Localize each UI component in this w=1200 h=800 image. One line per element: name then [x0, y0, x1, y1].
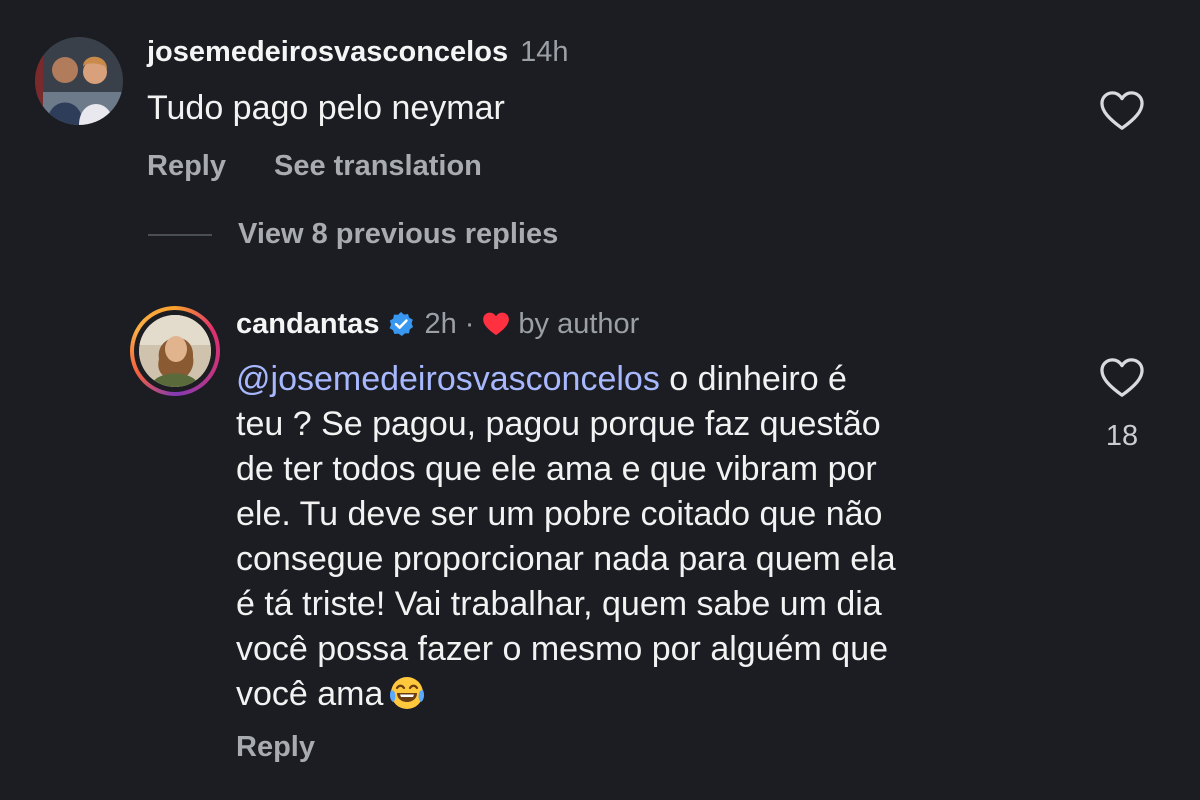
comment-header: josemedeirosvasconcelos 14h	[147, 36, 568, 76]
liked-by-author-label: by author	[518, 307, 640, 340]
see-translation-button[interactable]: See translation	[274, 150, 482, 183]
reply-text-line: consegue proporcionar nada para quem ela	[236, 540, 896, 578]
liked-by-author-heart-icon	[483, 312, 510, 336]
reply-text-line: você possa fazer o mesmo por alguém que	[236, 630, 889, 668]
verified-badge-icon	[390, 312, 414, 336]
like-count[interactable]: 18	[1085, 420, 1159, 453]
reply-button[interactable]: Reply	[236, 731, 315, 763]
reply-text-line: ele. Tu deve ser um pobre coitado que nã…	[236, 495, 883, 533]
thread-divider	[148, 233, 212, 236]
view-previous-replies-label: View 8 previous replies	[238, 218, 559, 250]
reply-text-line: é tá triste! Vai trabalhar, quem sabe um…	[236, 585, 882, 623]
reply-button[interactable]: Reply	[147, 150, 226, 183]
avatar-story-ring-candantas[interactable]	[130, 306, 220, 396]
profile-photo-icon	[35, 37, 123, 125]
reply-text-line: você ama	[236, 672, 1036, 717]
comment-text: Tudo pago pelo neymar	[147, 89, 505, 127]
view-previous-replies-button[interactable]: View 8 previous replies	[148, 218, 558, 251]
reply-text-line: de ter todos que ele ama e que vibram po…	[236, 450, 877, 488]
profile-photo-icon	[139, 315, 211, 387]
reply-text-line: teu ? Se pagou, pagou porque faz questão	[236, 405, 881, 443]
reply-timestamp: 2h	[424, 307, 457, 340]
comment-timestamp: 14h	[520, 36, 569, 68]
like-heart-icon[interactable]	[1099, 90, 1145, 132]
reply-text-line: @josemedeirosvasconcelos o dinheiro é	[236, 360, 847, 398]
avatar-josemedeirosvasconcelos[interactable]	[35, 37, 123, 125]
reply-header: candantas 2h · by author	[236, 304, 639, 344]
like-heart-icon[interactable]	[1099, 357, 1145, 399]
reply-text: @josemedeirosvasconcelos o dinheiro é te…	[236, 357, 1036, 717]
reply-actions: Reply	[236, 731, 315, 764]
comment-thread: josemedeirosvasconcelos 14h Tudo pago pe…	[0, 0, 1200, 800]
avatar-candantas	[139, 315, 211, 387]
reply-username[interactable]: candantas	[236, 308, 379, 341]
face-with-tears-of-joy-icon	[390, 677, 425, 709]
comment-username[interactable]: josemedeirosvasconcelos	[147, 36, 508, 69]
separator-dot: ·	[464, 307, 475, 340]
comment-actions: Reply See translation	[147, 150, 482, 183]
mention-link[interactable]: @josemedeirosvasconcelos	[236, 360, 660, 398]
